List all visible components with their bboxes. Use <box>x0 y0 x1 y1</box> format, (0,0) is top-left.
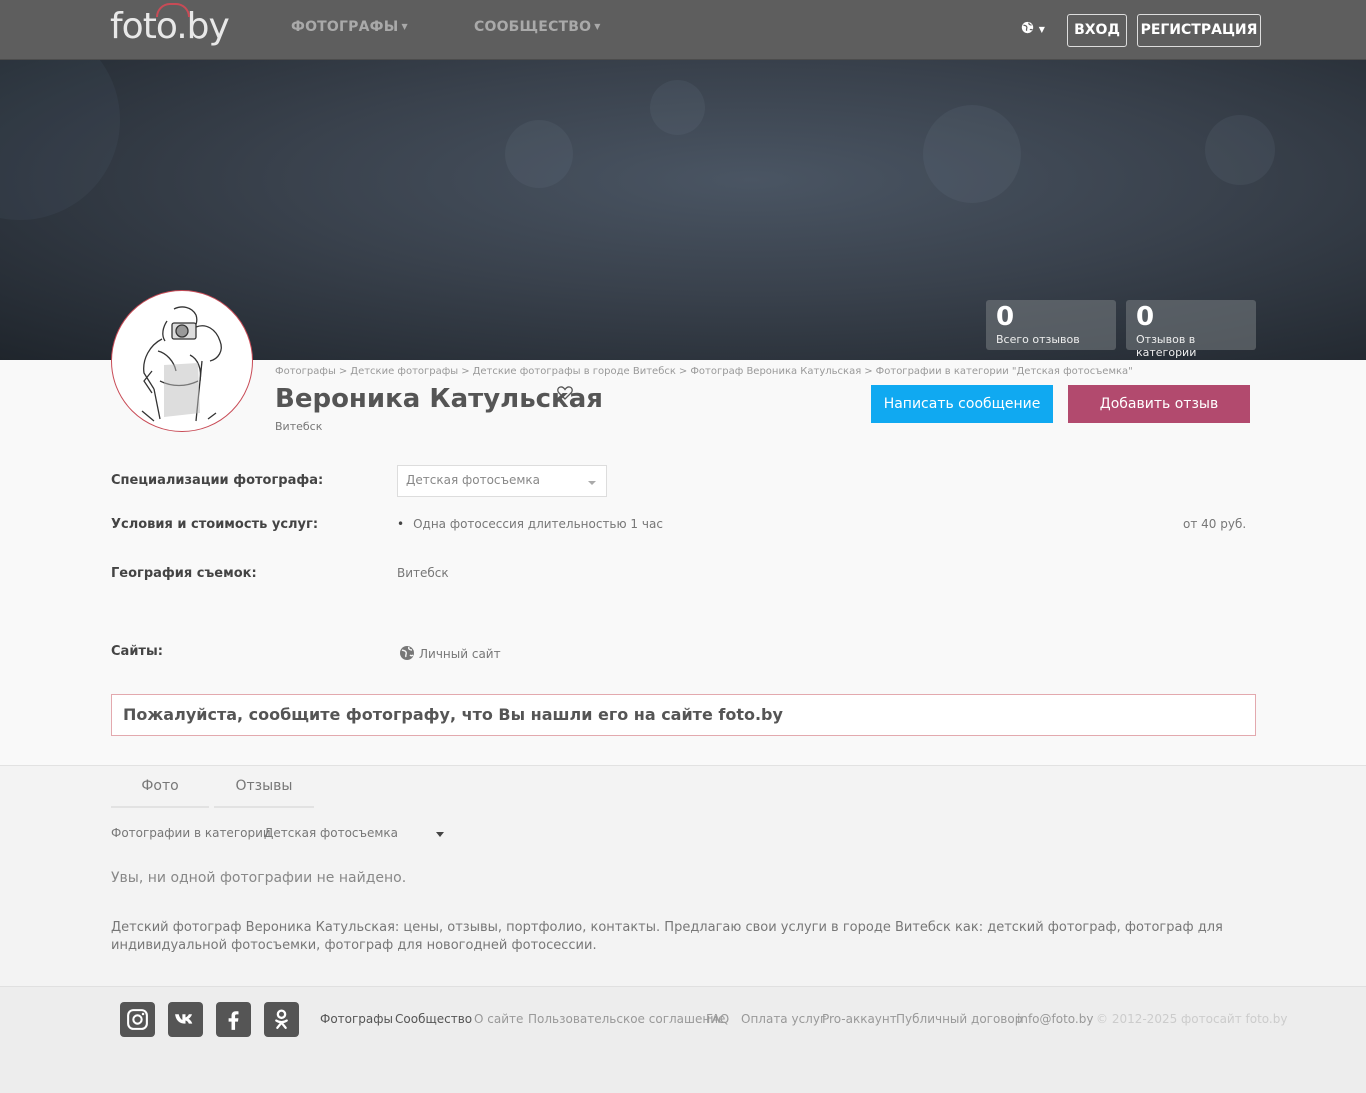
nav-photographers-label: ФОТОГРАФЫ <box>291 19 399 35</box>
sites-label: Сайты: <box>111 644 163 659</box>
footer-link-public-contract[interactable]: Публичный договор <box>896 1012 1022 1026</box>
tab-reviews[interactable]: Отзывы <box>214 767 314 808</box>
copyright: © 2012-2025 фотосайт foto.by <box>1096 1012 1288 1026</box>
bokeh-circle <box>923 105 1021 203</box>
footer-link-about[interactable]: О сайте <box>474 1012 523 1026</box>
breadcrumb-separator: > <box>864 366 873 377</box>
footer-link-community[interactable]: Сообщество <box>395 1012 472 1026</box>
photographer-sketch-icon <box>141 306 222 422</box>
seo-description: Детский фотограф Вероника Катульская: це… <box>111 920 1223 953</box>
add-review-button[interactable]: Добавить отзыв <box>1068 385 1250 423</box>
language-dropdown[interactable]: ▼ <box>1021 20 1045 38</box>
site-logo[interactable]: foto.by <box>110 3 230 47</box>
register-button[interactable]: РЕГИСТРАЦИЯ <box>1137 14 1261 47</box>
photo-category-select[interactable]: Детская фотосъемка <box>264 826 398 840</box>
breadcrumb-item[interactable]: Детские фотографы <box>350 366 458 377</box>
empty-photos-message: Увы, ни одной фотографии не найдено. <box>111 870 407 886</box>
geography-label: География съемок: <box>111 566 257 581</box>
caret-down-icon: ▼ <box>594 22 601 31</box>
bullet-icon: • <box>397 517 405 531</box>
globe-icon <box>400 646 414 660</box>
services-label: Условия и стоимость услуг: <box>111 517 319 532</box>
footer-link-payment[interactable]: Оплата услуг <box>741 1012 826 1026</box>
stat-label: Отзывов в категории <box>1136 333 1197 359</box>
service-name: Одна фотосессия длительностью 1 час <box>413 517 663 531</box>
breadcrumb-item[interactable]: Детские фотографы в городе Витебск <box>473 366 676 377</box>
breadcrumb-separator: > <box>678 366 688 377</box>
chevron-down-icon[interactable] <box>436 832 444 837</box>
photo-category-label: Фотографии в категории <box>111 826 271 840</box>
nav-community[interactable]: СООБЩЕСТВО ▼ <box>474 19 601 35</box>
caret-down-icon: ▼ <box>1038 25 1045 34</box>
footer-link-email[interactable]: info@foto.by <box>1017 1012 1093 1026</box>
avatar <box>111 290 253 432</box>
bokeh-circle <box>1205 115 1275 185</box>
top-navbar: foto.by ФОТОГРАФЫ ▼ СООБЩЕСТВО ▼ ▼ ВХОД РЕ… <box>0 0 1366 60</box>
bokeh-circle <box>505 120 573 188</box>
breadcrumb-separator: > <box>461 366 470 377</box>
geography-value: Витебск <box>397 566 449 580</box>
bokeh-circle <box>650 80 705 135</box>
breadcrumb-item[interactable]: Фотограф Вероника Катульская <box>690 366 861 377</box>
stat-category-reviews: 0 Отзывов в категории <box>1126 300 1256 359</box>
personal-site-label: Личный сайт <box>419 647 501 661</box>
heart-icon[interactable] <box>557 385 573 404</box>
breadcrumb-separator: > <box>338 366 348 377</box>
odnoklassniki-icon[interactable] <box>264 1002 299 1037</box>
globe-icon <box>1021 21 1034 34</box>
specialization-selected-value: Детская фотосъемка <box>406 473 541 487</box>
stat-value: 0 <box>996 302 1015 332</box>
breadcrumb: Фотографы > Детские фотографы > Детские фото… <box>275 366 1133 377</box>
footer-link-terms[interactable]: Пользовательское соглашение <box>528 1012 725 1026</box>
footer-link-photographers[interactable]: Фотографы <box>320 1012 393 1026</box>
facebook-icon[interactable] <box>216 1002 251 1037</box>
personal-site-link[interactable]: Личный сайт <box>399 645 501 661</box>
nav-community-label: СООБЩЕСТВО <box>474 19 592 35</box>
vk-icon[interactable] <box>168 1002 203 1037</box>
service-item: • Одна фотосессия длительностью 1 час <box>397 517 663 531</box>
write-message-button[interactable]: Написать сообщение <box>871 385 1053 423</box>
stat-label: Всего отзывов <box>996 333 1080 346</box>
service-price: от 40 руб. <box>1183 517 1247 531</box>
footer-link-faq[interactable]: FAQ <box>706 1012 729 1026</box>
nav-photographers[interactable]: ФОТОГРАФЫ ▼ <box>291 19 408 35</box>
specialization-select[interactable]: Детская фотосъемка <box>397 465 607 497</box>
login-button[interactable]: ВХОД <box>1067 14 1127 47</box>
stat-value: 0 <box>1136 302 1155 332</box>
breadcrumb-item[interactable]: Фотографы <box>275 366 336 377</box>
breadcrumb-item-current: Фотографии в категории "Детская фотосъем… <box>875 366 1133 377</box>
footer <box>0 986 1366 1093</box>
photographer-city: Витебск <box>275 420 323 433</box>
chevron-down-icon <box>588 481 596 485</box>
instagram-icon[interactable] <box>120 1002 155 1037</box>
caret-down-icon: ▼ <box>401 22 408 31</box>
photographer-name: Вероника Катульская <box>275 384 603 414</box>
footer-link-pro[interactable]: Pro-аккаунт <box>822 1012 897 1026</box>
notice-banner: Пожалуйста, сообщите фотографу, что Вы н… <box>111 694 1256 736</box>
stat-total-reviews: 0 Всего отзывов <box>986 300 1116 350</box>
bokeh-circle <box>0 60 120 220</box>
specializations-label: Специализации фотографа: <box>111 473 324 488</box>
tab-photos[interactable]: Фото <box>111 767 209 808</box>
